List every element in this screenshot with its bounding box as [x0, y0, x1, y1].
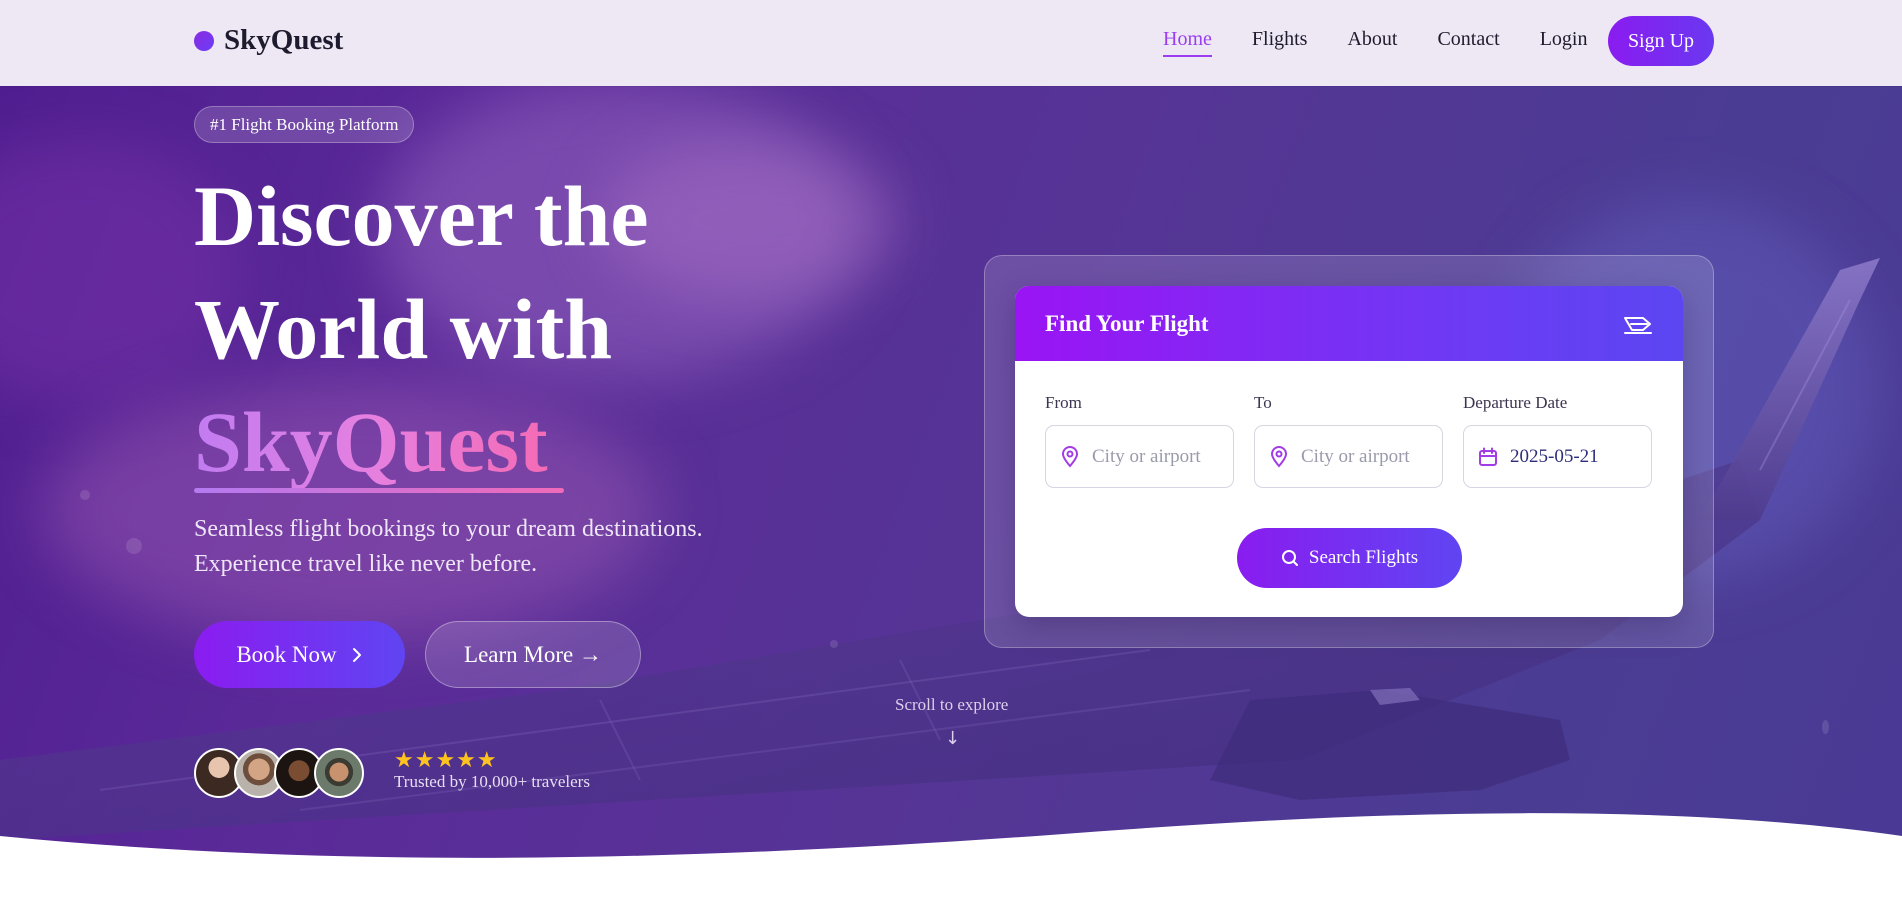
calendar-icon	[1479, 447, 1497, 466]
chevron-right-icon	[352, 647, 361, 662]
map-pin-icon	[1061, 445, 1079, 468]
nav-links: Home Flights About Contact Login	[1163, 28, 1627, 57]
platform-badge: #1 Flight Booking Platform	[194, 106, 415, 143]
nav-link-login[interactable]: Login	[1540, 28, 1588, 51]
search-flights-label: Search Flights	[1308, 547, 1419, 568]
book-now-label: Book Now	[236, 641, 337, 667]
to-input-box[interactable]	[1254, 425, 1443, 488]
date-input-box[interactable]	[1463, 425, 1652, 488]
search-icon	[1281, 550, 1298, 566]
to-label: To	[1254, 393, 1272, 412]
navbar: SkyQuest Home Flights About Contact Logi…	[0, 0, 1902, 86]
nav-link-contact[interactable]: Contact	[1437, 28, 1499, 51]
avatar	[314, 748, 364, 798]
map-pin-icon	[1270, 445, 1288, 468]
nav-link-about[interactable]: About	[1347, 28, 1397, 51]
trusted-text: Trusted by 10,000+ travelers	[394, 772, 590, 791]
card-header: Find Your Flight	[1015, 286, 1683, 361]
learn-more-button[interactable]: Learn More →	[425, 621, 641, 688]
arrow-down-icon[interactable]: ↓	[945, 728, 960, 749]
plane-departure-icon	[1624, 316, 1652, 334]
nav-link-flights[interactable]: Flights	[1252, 28, 1308, 51]
traveler-avatars	[194, 748, 364, 798]
subtext-line: Experience travel like never before.	[194, 551, 538, 577]
logo-text: SkyQuest	[224, 24, 344, 56]
circle-dot-icon	[194, 30, 214, 51]
from-input-box[interactable]	[1045, 425, 1234, 488]
from-input[interactable]	[1092, 445, 1202, 468]
headline-brand: SkyQuest	[194, 386, 548, 499]
nav-link-home[interactable]: Home	[1163, 28, 1212, 57]
headline-line: World with	[194, 281, 613, 377]
date-field: Departure Date	[1463, 393, 1652, 488]
hero-subtext: Seamless flight bookings to your dream d…	[194, 512, 703, 582]
logo[interactable]: SkyQuest	[194, 24, 343, 57]
search-fields: From To Departure Date	[1015, 361, 1683, 488]
brand-underline	[194, 488, 564, 493]
signup-button[interactable]: Sign Up	[1608, 16, 1714, 66]
to-input[interactable]	[1301, 445, 1411, 468]
scroll-hint: Scroll to explore	[895, 695, 1009, 714]
hero-headline: Discover the World with SkyQuest	[194, 160, 649, 499]
search-flights-button[interactable]: Search Flights	[1237, 528, 1462, 588]
to-field: To	[1254, 393, 1443, 488]
card-title: Find Your Flight	[1045, 310, 1209, 336]
book-now-button[interactable]: Book Now	[194, 621, 405, 688]
flight-search-card: Find Your Flight From To	[1015, 286, 1683, 617]
from-field: From	[1045, 393, 1234, 488]
rating-stars: ★★★★★	[394, 748, 498, 773]
headline-line: Discover the	[194, 168, 649, 264]
date-label: Departure Date	[1463, 393, 1568, 412]
from-label: From	[1045, 393, 1082, 412]
date-input[interactable]	[1510, 445, 1620, 468]
subtext-line: Seamless flight bookings to your dream d…	[194, 516, 703, 542]
